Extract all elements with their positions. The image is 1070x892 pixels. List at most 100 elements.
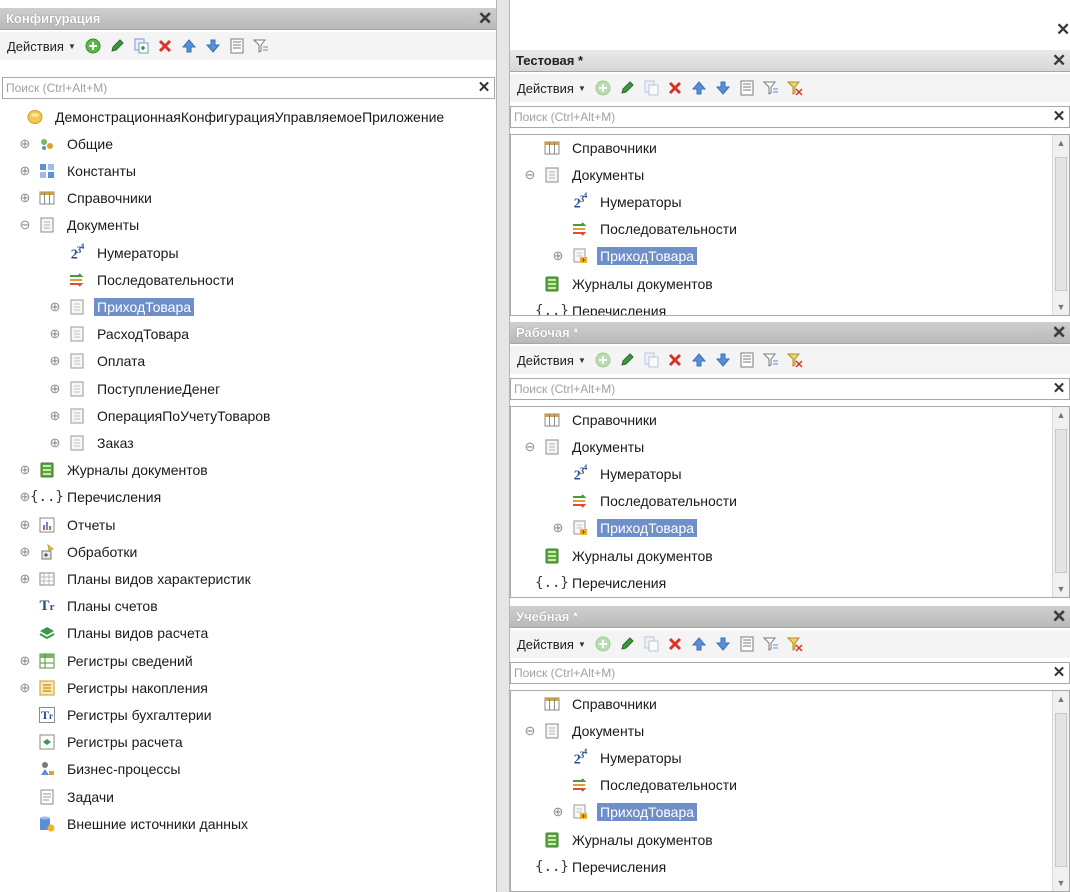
filter-button[interactable] [761, 78, 781, 98]
move-up-button[interactable] [689, 350, 709, 370]
tree-item[interactable]: Tr Регистры бухгалтерии [18, 701, 215, 728]
edit-button[interactable] [107, 36, 127, 56]
expand-icon[interactable]: ⊕ [18, 462, 32, 477]
copy-button[interactable] [641, 78, 661, 98]
filter-clear-button[interactable] [785, 634, 805, 654]
tree-item[interactable]: Последовательности [551, 216, 740, 243]
collapse-icon[interactable]: ⊖ [18, 217, 32, 232]
vertical-scrollbar[interactable]: ▲ ▼ [1052, 135, 1069, 315]
splitter[interactable] [496, 0, 510, 892]
tree-item[interactable]: ⊕ Отчеты [18, 511, 118, 538]
tree-item[interactable]: 234 Нумераторы [551, 188, 685, 215]
copy-button[interactable] [641, 350, 661, 370]
tree-item[interactable]: ⊕ ПриходТовара [551, 243, 698, 270]
add-button[interactable] [593, 78, 613, 98]
filter-button[interactable] [761, 634, 781, 654]
tree-item[interactable]: ⊖ Документы [18, 212, 142, 239]
tree-item[interactable]: {..} Перечисления [523, 569, 669, 596]
tree-item[interactable]: {..} Перечисления [523, 297, 669, 315]
edit-button[interactable] [617, 634, 637, 654]
pin-icon[interactable]: ◦ [1036, 612, 1046, 622]
clear-search-icon[interactable]: ✕ [1049, 663, 1069, 683]
filter-clear-button[interactable] [785, 350, 805, 370]
search-input[interactable] [511, 663, 1049, 683]
list-button[interactable] [737, 634, 757, 654]
tree-item[interactable]: 234 Нумераторы [551, 460, 685, 487]
search-input[interactable] [511, 107, 1049, 127]
tree-item[interactable]: ⊕ Журналы документов [18, 457, 211, 484]
tree-item[interactable]: ⊕ ОперацияПоУчетуТоваров [48, 402, 274, 429]
delete-button[interactable] [665, 78, 685, 98]
expand-icon[interactable]: ⊕ [18, 680, 32, 695]
move-down-button[interactable] [713, 350, 733, 370]
tree-item[interactable]: ⊕ Оплата [48, 348, 148, 375]
scroll-thumb[interactable] [1055, 157, 1067, 291]
tree-item[interactable]: Последовательности [551, 772, 740, 799]
delete-button[interactable] [665, 350, 685, 370]
expand-icon[interactable]: ⊕ [18, 163, 32, 178]
move-down-button[interactable] [713, 634, 733, 654]
move-up-button[interactable] [689, 78, 709, 98]
tree-item[interactable]: Последовательности [48, 266, 237, 293]
window-close-button[interactable]: ✕ [1056, 21, 1070, 38]
expand-icon[interactable]: ⊕ [18, 571, 32, 586]
tree-item[interactable]: ⊕ Обработки [18, 538, 140, 565]
pin-icon[interactable]: ◦ [462, 14, 472, 24]
filter-button[interactable] [251, 36, 271, 56]
expand-icon[interactable]: ⊕ [18, 517, 32, 532]
tree-item[interactable]: ⊖ Документы [523, 433, 647, 460]
close-icon[interactable]: ✕ [1052, 324, 1066, 341]
search-input[interactable] [3, 78, 474, 98]
tree-item[interactable]: Планы видов расчета [18, 620, 211, 647]
collapse-icon[interactable]: ⊖ [523, 167, 537, 182]
edit-button[interactable] [617, 350, 637, 370]
tree-item[interactable]: ⊕ ПриходТовара [48, 293, 195, 320]
tree-item[interactable]: ⊕ Константы [18, 157, 139, 184]
tree-item[interactable]: ⊕ Регистры накопления [18, 674, 211, 701]
tree-item[interactable]: ⊖ Документы [523, 161, 647, 188]
tree-item[interactable]: ⊕ Регистры сведений [18, 647, 196, 674]
expand-icon[interactable]: ⊕ [18, 190, 32, 205]
tree-item[interactable]: 234 Нумераторы [48, 239, 182, 266]
tree-item[interactable]: Справочники [537, 135, 660, 161]
edit-button[interactable] [617, 78, 637, 98]
clear-search-icon[interactable]: ✕ [1049, 107, 1069, 127]
close-icon[interactable]: ✕ [478, 10, 492, 27]
filter-clear-button[interactable] [785, 78, 805, 98]
collapse-icon[interactable]: ⊖ [523, 723, 537, 738]
expand-icon[interactable]: ⊕ [551, 804, 565, 819]
tree-item[interactable]: Справочники [537, 407, 660, 433]
expand-icon[interactable]: ⊕ [48, 299, 62, 314]
expand-icon[interactable]: ⊕ [18, 136, 32, 151]
tree-item[interactable]: ⊕ {..} Перечисления [18, 484, 164, 511]
expand-icon[interactable]: ⊕ [18, 544, 32, 559]
expand-icon[interactable]: ⊕ [18, 653, 32, 668]
tree-item[interactable]: Журналы документов [523, 542, 716, 569]
tree-item[interactable]: Tr Планы счетов [18, 593, 161, 620]
actions-menu-button[interactable]: Действия ▼ [514, 633, 589, 655]
expand-icon[interactable]: ⊕ [48, 326, 62, 341]
expand-icon[interactable]: ⊕ [48, 435, 62, 450]
search-input[interactable] [511, 379, 1049, 399]
expand-icon[interactable]: ⊕ [551, 520, 565, 535]
tree-item[interactable]: Задачи [18, 783, 117, 810]
list-button[interactable] [737, 78, 757, 98]
scroll-down-icon[interactable]: ▼ [1053, 299, 1069, 315]
tree-item[interactable]: ⊕ ПриходТовара [551, 799, 698, 826]
move-down-button[interactable] [203, 36, 223, 56]
expand-icon[interactable]: ⊕ [48, 408, 62, 423]
tree-item[interactable]: {..} Перечисления [523, 853, 669, 880]
expand-icon[interactable]: ⊕ [48, 381, 62, 396]
delete-button[interactable] [665, 634, 685, 654]
scroll-up-icon[interactable]: ▲ [1053, 135, 1069, 151]
tree-item[interactable]: Последовательности [551, 488, 740, 515]
tree-item[interactable]: ⊕ РасходТовара [48, 321, 192, 348]
tree-item[interactable]: ⊕ ПриходТовара [551, 515, 698, 542]
tree-item[interactable]: Справочники [537, 691, 660, 717]
actions-menu-button[interactable]: Действия ▼ [514, 77, 589, 99]
move-up-button[interactable] [179, 36, 199, 56]
add-button[interactable] [593, 350, 613, 370]
clear-search-icon[interactable]: ✕ [1049, 379, 1069, 399]
add-button[interactable] [83, 36, 103, 56]
pin-icon[interactable]: ◦ [1036, 328, 1046, 338]
